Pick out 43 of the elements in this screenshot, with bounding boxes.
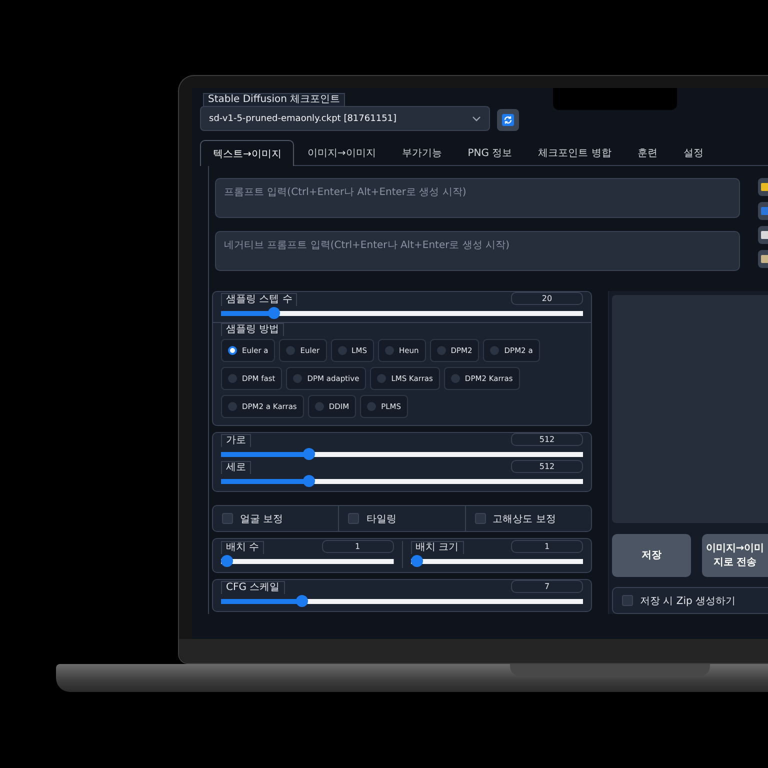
refresh-icon xyxy=(502,114,514,126)
tab[interactable]: 이미지→이미지 xyxy=(294,140,389,165)
slider-label: CFG 스케일 xyxy=(221,581,285,594)
chevron-icon xyxy=(472,116,481,122)
slider-handle[interactable] xyxy=(221,555,233,567)
number-field[interactable]: 7 xyxy=(511,580,583,593)
slider-label: 세로 xyxy=(221,461,251,474)
slider-label: 배치 수 xyxy=(221,541,264,554)
checkbox[interactable] xyxy=(474,513,486,524)
tab[interactable]: 텍스트→이미지 xyxy=(200,140,294,166)
tab[interactable]: 부가기능 xyxy=(388,140,455,165)
slider-label: 샘플링 스텝 수 xyxy=(221,293,298,306)
tab[interactable]: PNG 정보 xyxy=(454,140,526,165)
tab[interactable]: 설정 xyxy=(670,140,716,165)
checkpoint-dropdown[interactable]: sd-v1-5-pruned-emaonly.ckpt [81761151] xyxy=(200,106,490,131)
output-button[interactable]: 이미지→이미지로 전송 xyxy=(702,534,768,577)
field-label: Stable Diffusion 체크포인트 xyxy=(203,93,346,106)
slider-handle[interactable] xyxy=(302,448,315,460)
checkbox[interactable] xyxy=(348,513,360,524)
field-label: 샘플링 방법 xyxy=(221,323,284,336)
refresh-button[interactable] xyxy=(497,109,519,131)
slider-label: 가로 xyxy=(221,434,251,447)
slider-handle[interactable] xyxy=(296,595,308,607)
checkbox-option[interactable]: 고해상도 보정 xyxy=(464,506,591,531)
slider-label: 배치 크기 xyxy=(410,541,464,554)
number-field[interactable]: 512 xyxy=(511,460,583,473)
checkbox-option[interactable]: 저장 시 Zip 생성하기 xyxy=(613,588,768,613)
slider-handle[interactable] xyxy=(410,555,422,567)
prompt-field[interactable]: 프롬프트 입력(Ctrl+Enter나 Alt+Enter로 생성 시작) xyxy=(215,178,740,218)
checkbox[interactable] xyxy=(622,595,633,606)
checkbox[interactable] xyxy=(222,513,233,524)
tab[interactable]: 훈련 xyxy=(624,140,670,165)
number-field[interactable]: 1 xyxy=(322,540,394,553)
tab[interactable]: 체크포인트 병합 xyxy=(525,140,624,165)
slider-handle[interactable] xyxy=(268,307,280,319)
slider-handle[interactable] xyxy=(302,475,315,487)
number-field[interactable]: 20 xyxy=(511,292,583,305)
number-field[interactable]: 512 xyxy=(511,433,583,446)
prompt-field[interactable]: 네거티브 프롬프트 입력(Ctrl+Enter나 Alt+Enter로 생성 시작) xyxy=(215,231,740,271)
checkbox-option[interactable]: 타일링 xyxy=(338,506,465,531)
number-field[interactable]: 1 xyxy=(511,540,583,553)
output-button[interactable]: 저장 xyxy=(612,534,691,577)
checkbox-option[interactable]: 얼굴 보정 xyxy=(213,506,338,531)
